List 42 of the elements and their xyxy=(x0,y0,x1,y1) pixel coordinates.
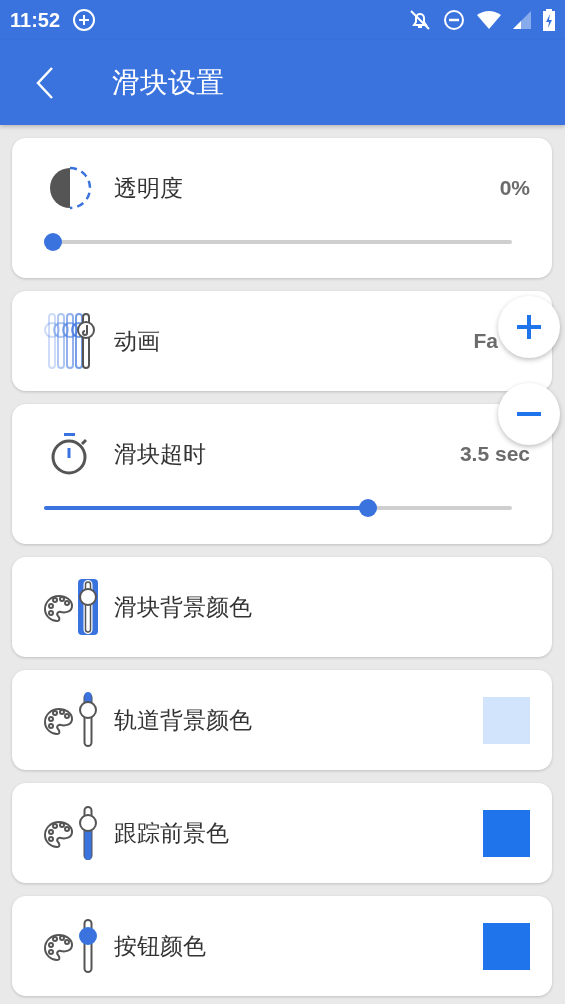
minus-icon xyxy=(517,412,541,416)
do-not-disturb-icon xyxy=(443,9,465,31)
setting-card[interactable]: 滑块超时 3.5 sec xyxy=(12,404,552,544)
palette-slider-icon xyxy=(42,804,98,862)
color-swatch[interactable] xyxy=(483,696,530,744)
stopwatch-icon xyxy=(50,432,90,476)
clock-time: 11:52 xyxy=(10,8,61,32)
setting-value: Fa xyxy=(473,329,498,353)
setting-label: 透明度 xyxy=(114,173,183,203)
slider-thumb[interactable] xyxy=(44,233,62,251)
palette-slider-icon xyxy=(42,578,98,636)
palette-slider-icon xyxy=(42,917,98,975)
color-swatch[interactable] xyxy=(483,922,530,970)
palette-slider-icon xyxy=(42,691,98,749)
setting-label: 滑块超时 xyxy=(114,439,206,469)
sliders-icon xyxy=(43,312,97,370)
setting-card[interactable]: 轨道背景颜色 xyxy=(12,670,552,770)
setting-card[interactable]: 按钮颜色 xyxy=(12,896,552,996)
add-circle-icon xyxy=(72,8,97,32)
setting-label: 跟踪前景色 xyxy=(114,818,229,848)
setting-card[interactable]: 透明度 0% xyxy=(12,138,552,278)
slider-track[interactable] xyxy=(44,499,512,517)
color-swatch[interactable] xyxy=(483,809,530,857)
battery-icon xyxy=(543,9,555,31)
setting-value: 3.5 sec xyxy=(459,442,530,466)
slider-thumb[interactable] xyxy=(359,499,377,517)
setting-value: 0% xyxy=(499,176,530,200)
wifi-icon xyxy=(477,11,501,29)
slider-track[interactable] xyxy=(44,233,512,251)
contrast-icon xyxy=(48,166,92,210)
page-title: 滑块设置 xyxy=(112,64,224,101)
setting-label: 按钮颜色 xyxy=(114,931,206,961)
setting-label: 滑块背景颜色 xyxy=(114,592,252,622)
plus-icon xyxy=(515,313,543,341)
setting-card[interactable]: 动画 Fa xyxy=(12,291,552,391)
setting-label: 轨道背景颜色 xyxy=(114,705,252,735)
setting-card[interactable]: 跟踪前景色 xyxy=(12,783,552,883)
back-button[interactable] xyxy=(34,65,56,100)
bell-off-icon xyxy=(409,9,431,31)
setting-label: 动画 xyxy=(114,326,160,356)
setting-card[interactable]: 滑块背景颜色 xyxy=(12,557,552,657)
signal-icon xyxy=(513,11,531,29)
